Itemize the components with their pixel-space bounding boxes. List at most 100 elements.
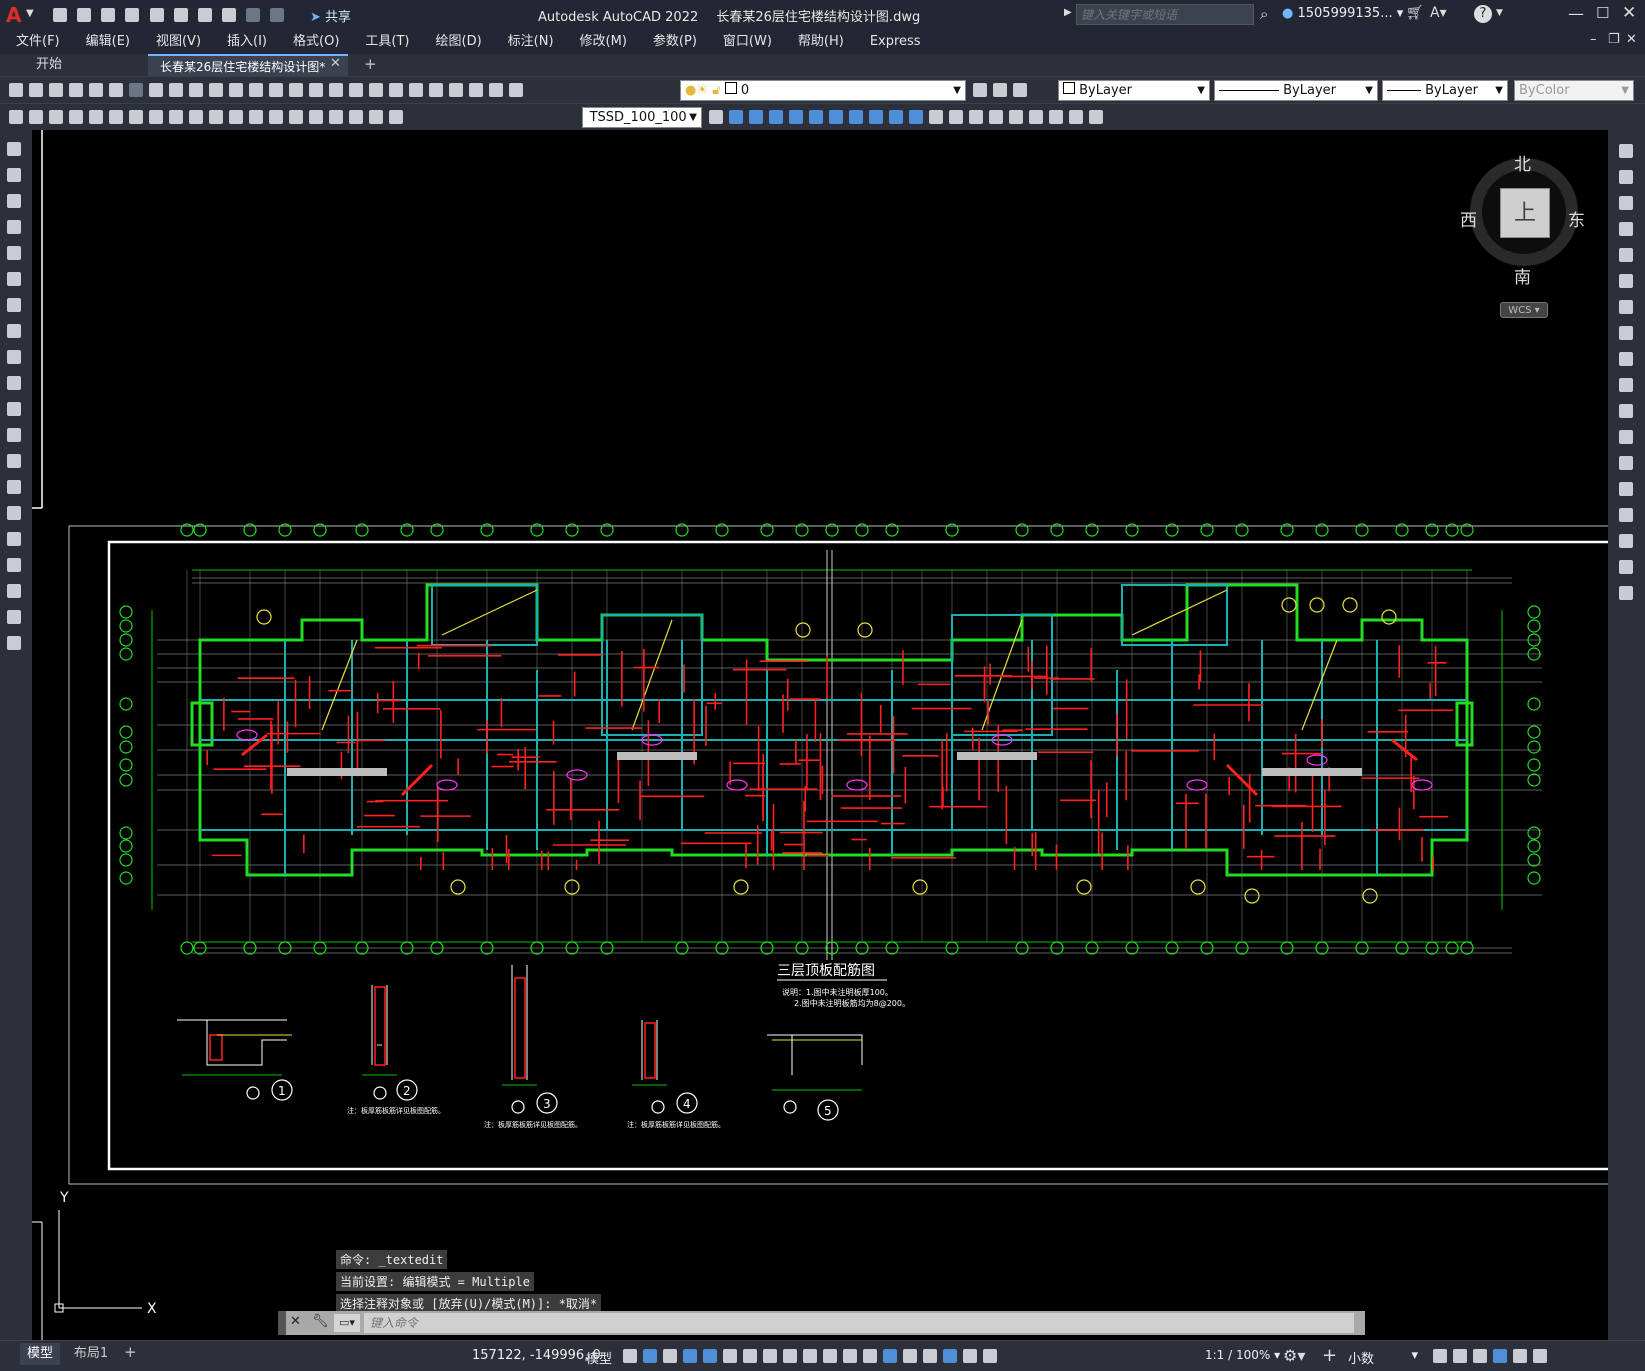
view-nw-icon[interactable] bbox=[909, 110, 923, 124]
visual-style-3d-icon[interactable] bbox=[949, 110, 963, 124]
search-input[interactable] bbox=[1076, 4, 1254, 25]
command-close-icon[interactable]: ✕ bbox=[290, 1314, 301, 1329]
new-icon[interactable] bbox=[53, 8, 67, 22]
stretch-icon[interactable] bbox=[1619, 352, 1633, 366]
dim-radius-icon[interactable] bbox=[89, 110, 103, 124]
ucs-world-icon[interactable] bbox=[1049, 110, 1063, 124]
isolate-objects-icon[interactable] bbox=[1473, 1349, 1487, 1363]
saveweb-icon[interactable] bbox=[173, 8, 188, 22]
snap-icon[interactable] bbox=[643, 1349, 657, 1363]
tb-undo-icon[interactable] bbox=[249, 83, 263, 97]
open-file-icon[interactable] bbox=[29, 83, 43, 97]
clean-screen-icon[interactable] bbox=[1513, 1349, 1527, 1363]
annotation-monitor-icon[interactable]: + bbox=[1322, 1345, 1337, 1366]
menu-item-7[interactable]: 标注(N) bbox=[508, 30, 554, 54]
dim-diameter-icon[interactable] bbox=[129, 110, 143, 124]
osnap-icon[interactable] bbox=[783, 1349, 797, 1363]
cut-icon[interactable] bbox=[149, 83, 163, 97]
arc-icon[interactable] bbox=[7, 272, 21, 286]
add-layout-button[interactable]: + bbox=[124, 1343, 137, 1361]
ucs-face-icon[interactable] bbox=[1089, 110, 1103, 124]
layer-properties-icon[interactable] bbox=[509, 83, 523, 97]
region-icon[interactable] bbox=[7, 558, 21, 572]
zoom-previous-icon[interactable] bbox=[349, 83, 363, 97]
toolpalettes-icon[interactable] bbox=[409, 83, 423, 97]
app-logo[interactable]: A bbox=[6, 4, 24, 26]
dim-edit-icon[interactable] bbox=[349, 110, 363, 124]
line-icon[interactable] bbox=[7, 142, 21, 156]
coordinates-readout[interactable]: 157122, -149996, 0 bbox=[472, 1348, 601, 1363]
blockeditor-icon[interactable] bbox=[229, 83, 243, 97]
lineweight-icon[interactable] bbox=[803, 1349, 817, 1363]
dim-ordinate-icon[interactable] bbox=[69, 110, 83, 124]
tb-redo-icon[interactable] bbox=[269, 83, 283, 97]
share-button[interactable]: ➤ 共享 bbox=[310, 6, 351, 25]
menu-item-2[interactable]: 视图(V) bbox=[156, 30, 201, 54]
make-current-layer-icon[interactable] bbox=[973, 83, 987, 97]
join-icon[interactable] bbox=[1619, 482, 1633, 496]
view-bottom-icon[interactable] bbox=[749, 110, 763, 124]
save-file-icon[interactable] bbox=[49, 83, 63, 97]
help-dropdown-icon[interactable]: ▼ bbox=[1496, 8, 1503, 18]
array-icon[interactable] bbox=[1619, 248, 1633, 262]
selection-cycling-icon[interactable] bbox=[843, 1349, 857, 1363]
extend-icon[interactable] bbox=[1619, 404, 1633, 418]
qnew-icon[interactable] bbox=[9, 83, 23, 97]
fillet-icon[interactable] bbox=[1619, 534, 1633, 548]
rectangle-icon[interactable] bbox=[7, 246, 21, 260]
tb-help-icon[interactable] bbox=[489, 83, 503, 97]
ucs-icon[interactable] bbox=[1029, 110, 1043, 124]
model-space-button[interactable]: 模型 bbox=[586, 1348, 612, 1367]
visual-style-conceptual-icon[interactable] bbox=[1009, 110, 1023, 124]
visual-style-realistic-icon[interactable] bbox=[989, 110, 1003, 124]
hatch-icon[interactable] bbox=[7, 506, 21, 520]
compass-east[interactable]: 东 bbox=[1568, 206, 1585, 231]
blend-icon[interactable] bbox=[1619, 560, 1633, 574]
matchprop-icon[interactable] bbox=[209, 83, 223, 97]
dynamic-input-icon[interactable] bbox=[683, 1349, 697, 1363]
command-customize-icon[interactable]: 🔧︎ bbox=[312, 1314, 329, 1329]
center-mark-icon[interactable] bbox=[289, 110, 303, 124]
break-point-icon[interactable] bbox=[1619, 430, 1633, 444]
viewcube[interactable]: 上 北 南 西 东 WCS ▾ bbox=[1460, 150, 1585, 318]
transparency-icon[interactable] bbox=[823, 1349, 837, 1363]
view-front-icon[interactable] bbox=[809, 110, 823, 124]
layer-dropdown[interactable]: ●☀ 🔓︎ 0 ▼ bbox=[680, 80, 966, 101]
view-ne-icon[interactable] bbox=[889, 110, 903, 124]
ellipse-icon[interactable] bbox=[7, 376, 21, 390]
inspect-icon[interactable] bbox=[309, 110, 323, 124]
dim-linear-icon[interactable] bbox=[9, 110, 23, 124]
tab-layout1[interactable]: 布局1 bbox=[66, 1343, 116, 1365]
otrack-icon[interactable] bbox=[763, 1349, 777, 1363]
dimstyle-manager-icon[interactable] bbox=[709, 110, 723, 124]
view-back-icon[interactable] bbox=[829, 110, 843, 124]
dynamic-ucs-icon[interactable] bbox=[883, 1349, 897, 1363]
rotate-icon[interactable] bbox=[1619, 300, 1633, 314]
compass-north[interactable]: 北 bbox=[1514, 150, 1531, 175]
doc-minimize-icon[interactable]: – bbox=[1590, 32, 1597, 47]
pan-icon[interactable] bbox=[289, 83, 303, 97]
menu-item-9[interactable]: 参数(P) bbox=[653, 30, 697, 54]
dimtedit-icon[interactable] bbox=[369, 110, 383, 124]
zoom-window-icon[interactable] bbox=[329, 83, 343, 97]
compass-south[interactable]: 南 bbox=[1514, 263, 1531, 288]
menu-item-5[interactable]: 工具(T) bbox=[365, 30, 409, 54]
grid-icon[interactable] bbox=[623, 1349, 637, 1363]
minimize-icon[interactable]: — bbox=[1568, 4, 1584, 23]
tab-close-icon[interactable]: ✕ bbox=[330, 56, 341, 71]
dimstyle-dropdown[interactable]: TSSD_100_100 ▼ bbox=[582, 107, 702, 128]
dim-break-icon[interactable] bbox=[249, 110, 263, 124]
circle-icon[interactable] bbox=[7, 298, 21, 312]
mtext-icon[interactable] bbox=[7, 610, 21, 624]
isodraft-icon[interactable] bbox=[743, 1349, 757, 1363]
menu-item-12[interactable]: Express bbox=[870, 30, 921, 54]
qat-dropdown-icon[interactable] bbox=[270, 8, 285, 22]
annotation-visibility-icon[interactable] bbox=[943, 1349, 957, 1363]
explode-icon[interactable] bbox=[1619, 586, 1633, 600]
app-menu-arrow-icon[interactable]: ▼ bbox=[26, 8, 34, 19]
annotation-scale-icon[interactable] bbox=[983, 1349, 997, 1363]
doc-restore-icon[interactable]: ❐ bbox=[1608, 32, 1620, 47]
help-icon[interactable]: ? bbox=[1474, 5, 1492, 23]
redo-icon[interactable] bbox=[246, 8, 261, 22]
ortho-icon[interactable] bbox=[703, 1349, 717, 1363]
